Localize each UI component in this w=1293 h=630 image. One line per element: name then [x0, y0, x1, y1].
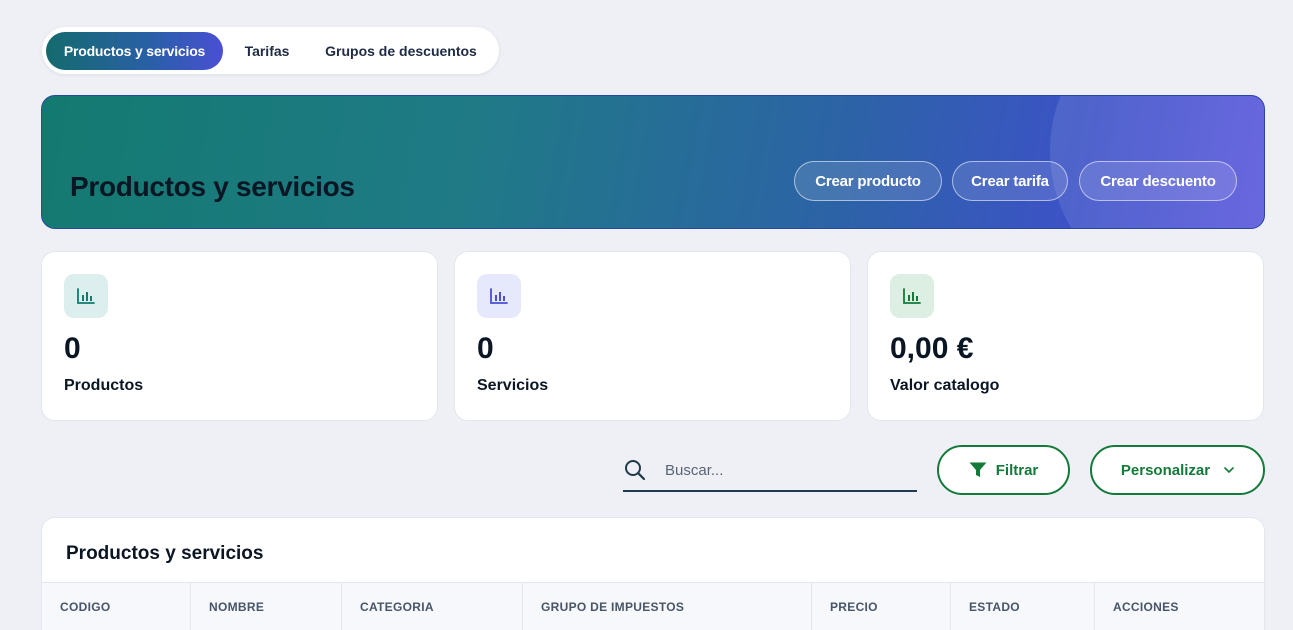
column-header-codigo[interactable]: CODIGO: [42, 583, 191, 630]
column-header-estado[interactable]: ESTADO: [951, 583, 1095, 630]
products-table: Productos y servicios CODIGO NOMBRE CATE…: [41, 517, 1265, 630]
chevron-down-icon: [1224, 467, 1234, 473]
column-header-precio[interactable]: PRECIO: [812, 583, 951, 630]
stat-value: 0: [64, 332, 81, 365]
bar-chart-icon: [477, 274, 521, 318]
filter-icon: [969, 462, 987, 477]
bar-chart-icon: [890, 274, 934, 318]
stat-value: 0,00 €: [890, 332, 974, 365]
stat-label: Servicios: [477, 377, 549, 394]
stat-label: Valor catalogo: [890, 377, 1000, 394]
column-header-nombre[interactable]: NOMBRE: [191, 583, 342, 630]
tab-grupos-de-descuentos[interactable]: Grupos de descuentos: [311, 32, 491, 70]
hero-banner: Productos y servicios Crear producto Cre…: [41, 95, 1265, 229]
section-tabs: Productos y servicios Tarifas Grupos de …: [42, 27, 499, 74]
stat-card-services: 0 Servicios: [454, 251, 851, 421]
create-product-button[interactable]: Crear producto: [794, 161, 942, 201]
tab-productos-y-servicios[interactable]: Productos y servicios: [46, 31, 223, 70]
filter-label: Filtrar: [995, 461, 1039, 479]
stat-label: Productos: [64, 377, 144, 394]
page-title: Productos y servicios: [70, 171, 355, 202]
create-discount-button[interactable]: Crear descuento: [1079, 161, 1237, 201]
search-icon: [623, 457, 649, 483]
table-header: CODIGO NOMBRE CATEGORIA GRUPO DE IMPUEST…: [42, 582, 1264, 630]
stat-card-catalog-value: 0,00 € Valor catalogo: [867, 251, 1264, 421]
stat-value: 0: [477, 332, 494, 365]
stat-card-products: 0 Productos: [41, 251, 438, 421]
search-input[interactable]: [665, 461, 895, 479]
bar-chart-icon: [64, 274, 108, 318]
customize-button[interactable]: Personalizar: [1090, 445, 1265, 495]
search-bar: [623, 450, 917, 492]
tab-tarifas[interactable]: Tarifas: [223, 32, 311, 70]
column-header-acciones: ACCIONES: [1113, 599, 1179, 614]
create-rate-button[interactable]: Crear tarifa: [952, 161, 1068, 201]
table-title: Productos y servicios: [66, 543, 264, 564]
filter-button[interactable]: Filtrar: [937, 445, 1070, 495]
column-header-grupo-impuestos[interactable]: GRUPO DE IMPUESTOS: [523, 583, 812, 630]
customize-label: Personalizar: [1120, 461, 1211, 479]
column-header-categoria[interactable]: CATEGORIA: [342, 583, 523, 630]
